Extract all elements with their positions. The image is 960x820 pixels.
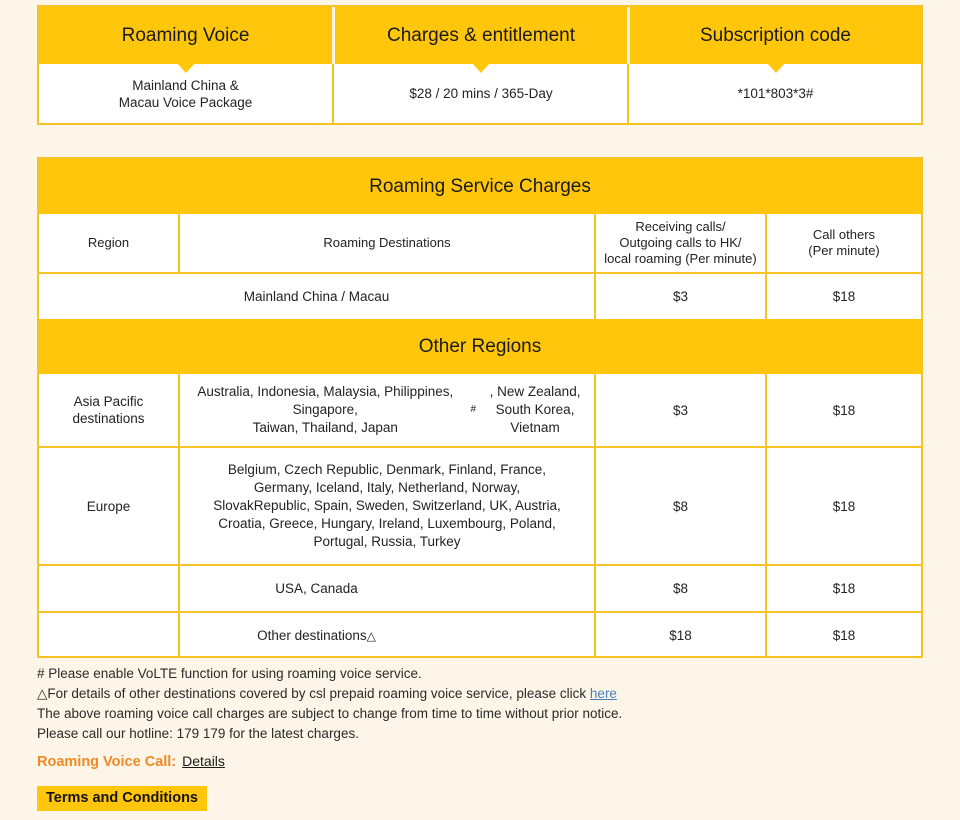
- roaming-service-charges-table: Roaming Service Charges Region Roaming D…: [37, 157, 923, 658]
- row-asia-pacific-receiving: $3: [672, 402, 689, 418]
- row-europe-destinations: Belgium, Czech Republic, Denmark, Finlan…: [213, 462, 561, 549]
- column-header-destinations: Roaming Destinations: [323, 235, 451, 250]
- other-regions-title-band: Other Regions: [39, 319, 921, 374]
- package-table-header-row: Roaming Voice Charges & entitlement Subs…: [39, 7, 921, 73]
- package-col-divider-2: [627, 64, 629, 123]
- footnote-other-destinations: △For details of other destinations cover…: [37, 684, 927, 704]
- row-europe-region: Europe: [86, 498, 131, 514]
- row-mainland-destinations: Mainland China / Macau: [243, 289, 390, 304]
- column-header-receiving-calls: Receiving calls/Outgoing calls to HK/loc…: [604, 219, 757, 266]
- column-header-region: Region: [87, 235, 130, 250]
- roaming-voice-call-label: Roaming Voice Call:: [37, 754, 177, 770]
- package-col-divider-1: [332, 64, 334, 123]
- col-divider-receiving-body: [765, 374, 767, 658]
- terms-and-conditions-button[interactable]: Terms and Conditions: [37, 786, 207, 811]
- package-cell-name: Mainland China & Macau Voice Package: [118, 77, 253, 110]
- package-header-charges: Charges & entitlement: [335, 7, 627, 73]
- footnote-subject-to-change: The above roaming voice call charges are…: [37, 706, 623, 721]
- footnotes-block: # Please enable VoLTE function for using…: [37, 664, 927, 772]
- row-other-destinations-label: Other destinations: [257, 628, 367, 643]
- row-asia-pacific-call-others: $18: [832, 402, 856, 418]
- row-europe-receiving: $8: [672, 498, 689, 514]
- details-link[interactable]: Details: [182, 753, 225, 769]
- row-mainland-receiving: $3: [672, 289, 689, 304]
- package-cell-charges: $28 / 20 mins / 365-Day: [409, 86, 553, 101]
- roaming-voice-charges-page: Roaming Voice Charges & entitlement Subs…: [0, 0, 960, 820]
- here-link[interactable]: here: [590, 686, 617, 701]
- column-header-call-others: Call others (Per minute): [808, 227, 880, 258]
- row-other-destinations-receiving: $18: [669, 628, 692, 643]
- row-usa-canada-receiving: $8: [672, 581, 689, 596]
- package-header-subscription-code: Subscription code: [630, 7, 921, 73]
- package-summary-table: Roaming Voice Charges & entitlement Subs…: [37, 5, 923, 125]
- row-asia-pacific-region: Asia Pacific destinations: [72, 394, 145, 426]
- package-header-roaming-voice: Roaming Voice: [39, 7, 332, 73]
- col-divider-dest-body: [594, 374, 596, 658]
- row-other-destinations-call-others: $18: [832, 628, 856, 643]
- row-usa-canada-destinations: USA, Canada: [275, 581, 358, 596]
- footnote-volte: # Please enable VoLTE function for using…: [37, 666, 422, 681]
- row-other-destinations: Other destinations △: [257, 628, 376, 643]
- package-cell-subscription-code: *101*803*3#: [737, 86, 814, 101]
- footnote-hotline: Please call our hotline: 179 179 for the…: [37, 726, 359, 741]
- row-usa-canada-call-others: $18: [832, 581, 856, 596]
- col-divider-region-header: [178, 214, 180, 272]
- col-divider-dest-top: [594, 214, 596, 319]
- row-asia-pacific-destinations: Australia, Indonesia, Malaysia, Philippi…: [197, 384, 581, 435]
- col-divider-receiving-top: [765, 214, 767, 319]
- charges-table-title-band: Roaming Service Charges: [39, 159, 921, 214]
- footnote-other-destinations-text: △For details of other destinations cover…: [37, 686, 587, 701]
- row-mainland-call-others: $18: [832, 289, 856, 304]
- roaming-voice-call-line: Roaming Voice Call: Details: [37, 751, 927, 772]
- row-europe-call-others: $18: [832, 498, 856, 514]
- col-divider-region-body: [178, 374, 180, 658]
